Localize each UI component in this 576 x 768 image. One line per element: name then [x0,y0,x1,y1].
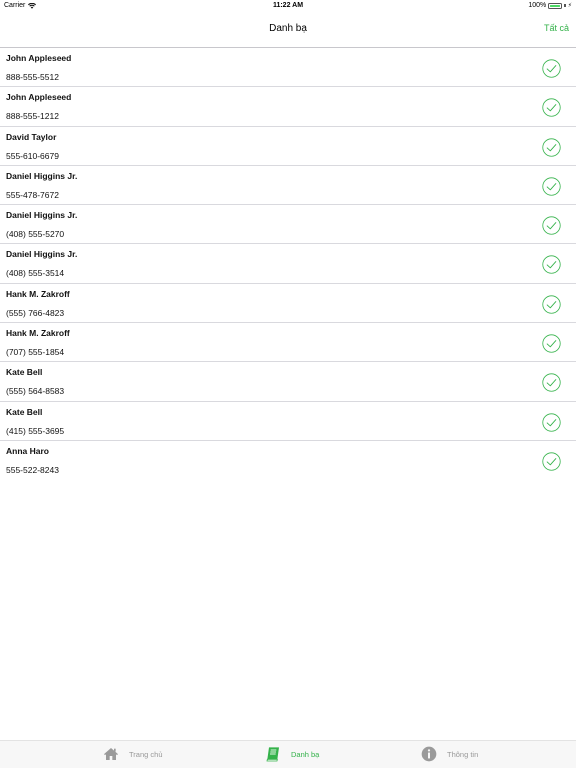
contact-phone: (408) 555-5270 [6,229,65,240]
navigation-bar: Danh bạ Tất cả [0,12,576,48]
contact-name: Daniel Higgins Jr. [6,170,78,181]
checkmark-icon[interactable] [542,177,561,196]
tab-info[interactable]: Thông tin [421,746,478,762]
checkmark-icon[interactable] [542,255,561,275]
contact-phone: 555-478-7672 [6,189,59,200]
contact-row[interactable]: Kate Bell (415) 555-3695 [0,402,576,441]
tab-home-label: Trang chủ [129,749,163,759]
checkmark-icon[interactable] [542,295,561,314]
contact-name: Daniel Higgins Jr. [6,249,78,260]
contact-phone: (707) 555-1854 [6,347,65,358]
contact-phone: 888-555-5512 [6,72,59,82]
battery-tip [564,4,566,7]
contact-name: Kate Bell [6,406,43,417]
home-icon [104,748,118,760]
checkmark-icon[interactable] [542,334,561,353]
contact-name: Hank M. Zakroff [6,328,70,339]
status-bar: Carrier 11:22 AM 100% ⚡ [0,0,576,12]
checkmark-icon[interactable] [542,216,561,235]
checkmark-icon[interactable] [542,137,561,157]
contact-list: John Appleseed 888-555-5512 John Appleseed… [0,48,576,480]
tab-info-label: Thông tin [447,749,479,759]
contact-row[interactable]: Hank M. Zakroff (707) 555-1854 [0,323,576,363]
select-all-button[interactable]: Tất cả [544,23,569,33]
contact-name: Hank M. Zakroff [6,288,70,299]
contact-row[interactable]: Kate Bell (555) 564-8583 [0,362,576,402]
status-time: 11:22 AM [272,2,304,9]
contact-phone: (408) 555-3514 [6,268,65,279]
contact-row[interactable]: Daniel Higgins Jr. (408) 555-3514 [0,244,576,284]
charging-icon: ⚡ [567,3,572,9]
contact-row[interactable]: Hank M. Zakroff (555) 766-4823 [0,284,576,324]
contact-phone: (555) 564-8583 [6,386,65,397]
contact-row[interactable]: David Taylor 555-610-6679 [0,127,576,166]
contact-phone: 555-522-8243 [6,464,59,475]
tab-contacts-label: Danh bạ [291,749,320,759]
tab-contacts[interactable]: Danh bạ [265,746,319,762]
tab-home[interactable]: Trang chủ [103,746,163,762]
page-title: Danh bạ [269,23,307,34]
contact-phone: 888-555-1212 [6,111,59,122]
contact-phone: (555) 766-4823 [6,307,65,318]
checkmark-icon[interactable] [542,59,561,78]
contact-name: David Taylor [6,131,57,142]
contact-name: John Appleseed [6,53,72,63]
contact-row[interactable]: Anna Haro 555-522-8243 [0,441,576,480]
contact-row[interactable]: John Appleseed 888-555-5512 [0,48,576,88]
contact-row[interactable]: Daniel Higgins Jr. (408) 555-5270 [0,205,576,245]
tab-bar: Trang chủ Danh bạ Thông tin [0,740,576,768]
info-icon [421,746,437,762]
battery-icon [548,2,563,9]
status-right: 100% ⚡ [528,2,572,9]
contact-row[interactable]: John Appleseed 888-555-1212 [0,87,576,127]
contact-phone: (415) 555-3695 [6,425,65,436]
contact-name: Anna Haro [6,445,49,456]
contact-name: John Appleseed [6,92,72,103]
checkmark-icon[interactable] [542,452,561,471]
checkmark-icon[interactable] [542,373,561,392]
checkmark-icon[interactable] [542,413,561,432]
contact-name: Kate Bell [6,367,43,378]
battery-percent: 100% [528,2,547,9]
contact-row[interactable]: Daniel Higgins Jr. 555-478-7672 [0,166,576,206]
checkmark-icon[interactable] [542,98,561,117]
contact-name: Daniel Higgins Jr. [6,210,78,221]
contacts-book-icon [266,747,279,762]
contact-phone: 555-610-6679 [6,150,59,161]
